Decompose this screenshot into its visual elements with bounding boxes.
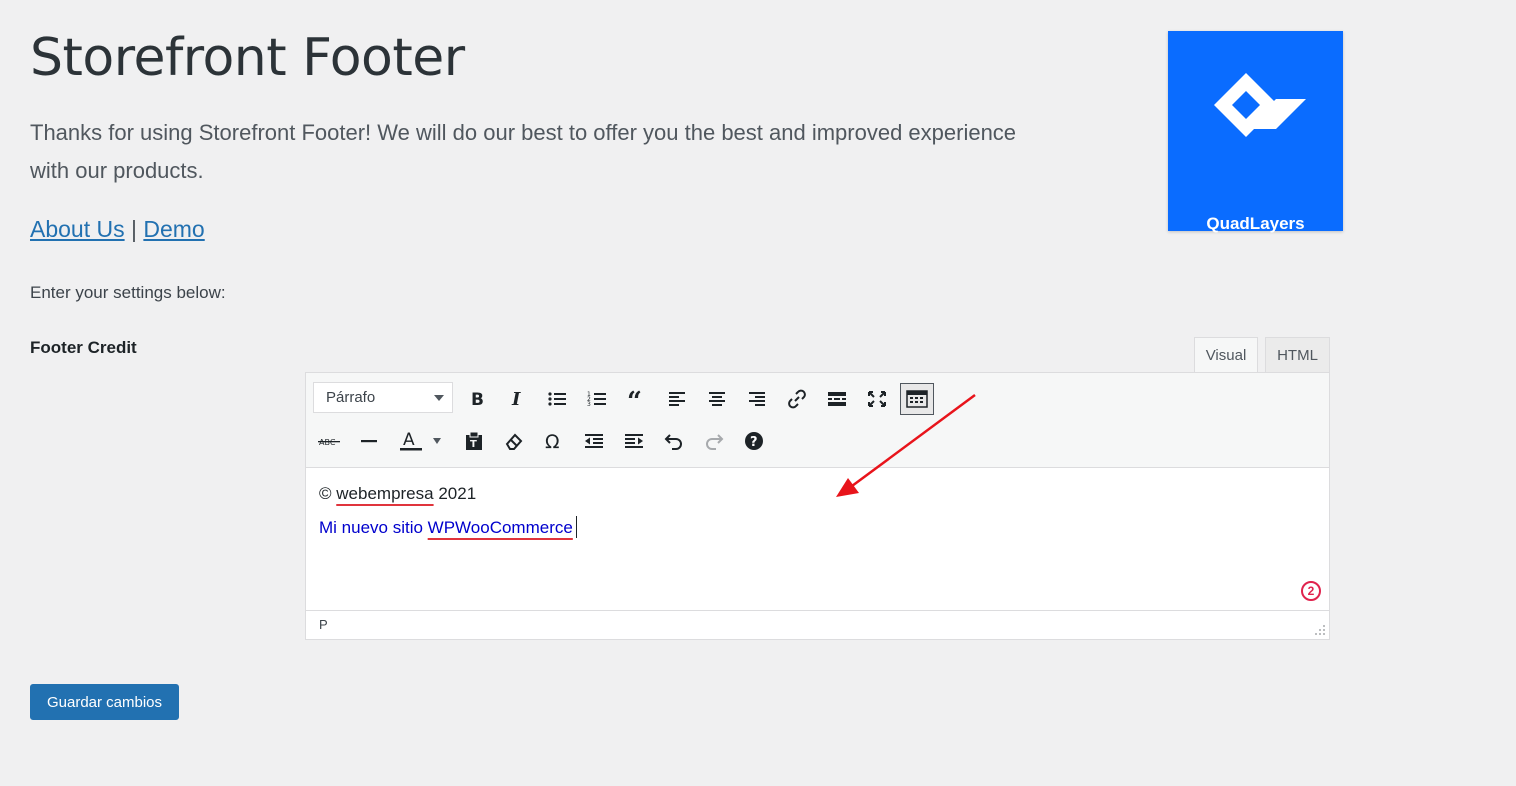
align-left-button[interactable] <box>662 384 692 414</box>
quadlayers-logo[interactable]: QuadLayers <box>1168 31 1343 233</box>
save-changes-button[interactable]: Guardar cambios <box>30 684 179 720</box>
spellcheck-word: webempresa <box>336 484 434 503</box>
paste-text-icon: T <box>466 431 482 450</box>
link-icon <box>788 389 806 409</box>
editor-content-area[interactable]: © webempresa 2021 Mi nuevo sitio WPWooCo… <box>306 468 1329 612</box>
paste-text-button[interactable]: T <box>459 426 489 456</box>
bullet-list-button[interactable] <box>542 384 572 414</box>
text-cursor <box>575 516 577 538</box>
text-color-icon: A <box>400 430 441 451</box>
line2-prefix: Mi nuevo sitio <box>319 518 423 537</box>
align-left-icon <box>669 392 685 406</box>
redo-icon <box>706 434 724 450</box>
read-more-icon <box>828 392 846 406</box>
editor-statusbar: P <box>306 610 1329 639</box>
horizontal-line-button[interactable] <box>354 426 384 456</box>
svg-text:A: A <box>403 430 415 450</box>
footer-credit-editor: Párrafo B I 1 2 3 “ ABC A T Ω ? © webemp… <box>305 372 1330 640</box>
chevron-down-icon <box>434 395 444 401</box>
strikethrough-button[interactable]: ABC <box>314 426 344 456</box>
italic-icon: I <box>511 390 521 408</box>
redo-button[interactable] <box>699 426 729 456</box>
horizontal-line-icon <box>361 440 377 443</box>
special-character-button[interactable]: Ω <box>539 426 569 456</box>
element-path[interactable]: P <box>319 617 328 632</box>
svg-text:I: I <box>511 390 521 408</box>
text-color-button[interactable]: A <box>396 426 446 456</box>
toolbar-toggle-button[interactable] <box>900 383 934 415</box>
outdent-icon <box>585 434 603 448</box>
editor-toolbar: Párrafo B I 1 2 3 “ ABC A T Ω ? <box>306 373 1329 468</box>
eraser-icon <box>505 433 523 450</box>
tab-visual[interactable]: Visual <box>1194 337 1258 373</box>
demo-link[interactable]: Demo <box>143 216 204 242</box>
content-line-1: © webempresa 2021 <box>319 484 476 504</box>
align-right-icon <box>749 392 765 406</box>
intro-text: Thanks for using Storefront Footer! We w… <box>30 120 1017 183</box>
bold-icon: B <box>471 390 484 408</box>
blockquote-button[interactable]: “ <box>622 384 652 414</box>
align-center-icon <box>709 392 725 406</box>
svg-text:3: 3 <box>587 401 591 408</box>
read-more-button[interactable] <box>822 384 852 414</box>
svg-text:T: T <box>470 439 477 450</box>
align-right-button[interactable] <box>742 384 772 414</box>
blockquote-icon: “ <box>627 390 642 408</box>
page-title: Storefront Footer <box>30 28 465 88</box>
footer-credit-label: Footer Credit <box>30 338 137 357</box>
strikethrough-icon: ABC <box>318 438 340 447</box>
svg-text:ABC: ABC <box>319 438 336 447</box>
toolbar-toggle-icon <box>906 390 928 408</box>
clear-formatting-button[interactable] <box>499 426 529 456</box>
help-button[interactable]: ? <box>739 426 769 456</box>
logo-text: QuadLayers <box>1206 214 1305 233</box>
copyright-year: 2021 <box>438 484 477 503</box>
undo-button[interactable] <box>659 426 689 456</box>
bullet-list-icon <box>548 392 566 406</box>
italic-button[interactable]: I <box>502 384 532 414</box>
links-row: About Us | Demo <box>30 216 205 243</box>
indent-button[interactable] <box>619 426 649 456</box>
fullscreen-icon <box>868 391 886 407</box>
format-select-value: Párrafo <box>326 389 376 406</box>
align-center-button[interactable] <box>702 384 732 414</box>
omega-icon: Ω <box>545 431 560 451</box>
indent-icon <box>625 434 643 448</box>
numbered-list-button[interactable]: 1 2 3 <box>582 384 612 414</box>
undo-icon <box>664 434 682 450</box>
format-select[interactable]: Párrafo <box>313 382 453 413</box>
resize-handle-icon[interactable] <box>1314 624 1326 636</box>
bold-button[interactable]: B <box>462 384 492 414</box>
fullscreen-button[interactable] <box>862 384 892 414</box>
copyright-symbol: © <box>319 484 332 503</box>
quadlayers-logo-icon <box>1214 73 1306 137</box>
about-us-link[interactable]: About Us <box>30 216 125 242</box>
spellcheck-word: WPWooCommerce <box>427 518 573 537</box>
link-button[interactable] <box>782 384 812 414</box>
svg-text:B: B <box>471 390 484 408</box>
svg-text:?: ? <box>750 435 758 450</box>
svg-text:“: “ <box>627 390 642 408</box>
content-line-2: Mi nuevo sitio WPWooCommerce <box>319 516 577 538</box>
help-icon: ? <box>745 432 763 450</box>
step-badge: 2 <box>1301 581 1321 601</box>
svg-text:Ω: Ω <box>545 431 560 451</box>
tab-html[interactable]: HTML <box>1265 337 1330 373</box>
outdent-button[interactable] <box>579 426 609 456</box>
settings-instruction: Enter your settings below: <box>30 283 226 302</box>
link-separator: | <box>131 216 137 242</box>
numbered-list-icon: 1 2 3 <box>587 391 606 408</box>
